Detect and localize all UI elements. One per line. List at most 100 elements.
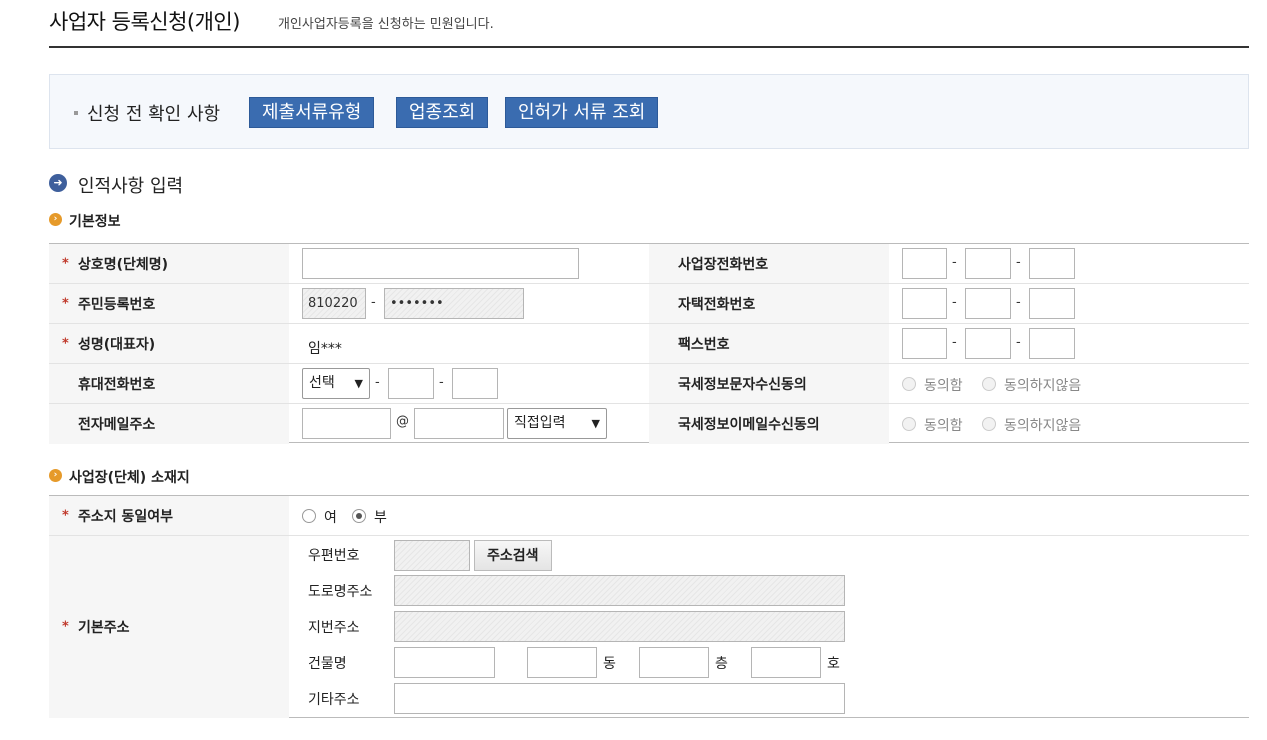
- dash: -: [952, 295, 957, 310]
- row-header: 휴대전화번호: [49, 364, 289, 403]
- email-consent-yes-radio[interactable]: [902, 417, 916, 431]
- table-row: * 상호명(단체명) 사업장전화번호 - -: [49, 244, 1249, 284]
- row-header: * 성명(대표자): [49, 324, 289, 363]
- email-domain-select[interactable]: 직접입력 ▼: [507, 408, 607, 439]
- home-phone-3-input[interactable]: [1029, 288, 1075, 319]
- email-domain-input[interactable]: [414, 408, 504, 439]
- precheck-label: 신청 전 확인 사항: [87, 104, 221, 125]
- row-header: 전자메일주소: [49, 404, 289, 444]
- fax-3-input[interactable]: [1029, 328, 1075, 359]
- building-dong-input[interactable]: [527, 647, 597, 678]
- building-ho-input[interactable]: [751, 647, 821, 678]
- road-address-input: [394, 575, 845, 606]
- select-value: 선택: [309, 375, 335, 391]
- building-name-input[interactable]: [394, 647, 495, 678]
- square-bullet-icon: [74, 111, 78, 115]
- field-label: 성명(대표자): [78, 336, 156, 353]
- mobile-2-input[interactable]: [388, 368, 434, 399]
- field-label: 상호명(단체명): [78, 256, 169, 273]
- row-header: 국세정보이메일수신동의: [649, 404, 889, 444]
- row-header: * 상호명(단체명): [49, 244, 289, 283]
- road-address-label: 도로명주소: [308, 584, 373, 600]
- dash: -: [952, 255, 957, 270]
- business-phone-3-input[interactable]: [1029, 248, 1075, 279]
- radio-label: 여: [324, 510, 337, 526]
- required-mark: *: [62, 336, 69, 351]
- table-row: 휴대전화번호 선택 ▼ - - 국세정보문자수신동의 동의함 동의하지않음: [49, 364, 1249, 404]
- fax-2-input[interactable]: [965, 328, 1011, 359]
- radio-label: 동의함: [924, 378, 963, 394]
- field-label: 전자메일주소: [78, 417, 156, 433]
- page-title: 사업자 등록신청(개인): [49, 10, 240, 34]
- postal-code-label: 우편번호: [308, 548, 360, 564]
- sms-consent-no-radio[interactable]: [982, 377, 996, 391]
- chevron-circle-icon: ›: [49, 469, 62, 482]
- required-mark: *: [62, 508, 69, 523]
- row-header: * 주민등록번호: [49, 284, 289, 323]
- required-mark: *: [62, 619, 69, 635]
- field-label: 기본주소: [78, 620, 130, 636]
- business-phone-2-input[interactable]: [965, 248, 1011, 279]
- row-cell: - -: [889, 284, 1249, 323]
- row-cell: [289, 244, 649, 283]
- radio-label: 동의하지않음: [1004, 378, 1082, 394]
- row-cell: 우편번호 주소검색 도로명주소 지번주소 건물명 동 층 호 기타주소: [289, 536, 1249, 718]
- dash: -: [1016, 295, 1021, 310]
- field-label: 팩스번호: [678, 336, 730, 353]
- mobile-3-input[interactable]: [452, 368, 498, 399]
- field-label: 주민등록번호: [78, 296, 156, 313]
- row-cell: - -: [889, 324, 1249, 363]
- table-row: * 기본주소 우편번호 주소검색 도로명주소 지번주소 건물명 동 층 호 기타…: [49, 536, 1249, 718]
- radio-label: 부: [374, 510, 387, 526]
- row-cell: 동의함 동의하지않음: [889, 364, 1249, 403]
- other-address-input[interactable]: [394, 683, 845, 714]
- dash: -: [1016, 255, 1021, 270]
- arrow-circle-icon: ➜: [49, 174, 67, 192]
- business-type-search-button[interactable]: 업종조회: [396, 97, 489, 128]
- resident-number-front-input: 810220: [302, 288, 366, 319]
- field-label: 국세정보문자수신동의: [678, 376, 807, 393]
- postal-code-input: [394, 540, 470, 571]
- home-phone-1-input[interactable]: [902, 288, 947, 319]
- table-row: 전자메일주소 @ 직접입력 ▼ 국세정보이메일수신동의 동의함 동의하지않음: [49, 404, 1249, 444]
- section-title: 인적사항 입력: [78, 176, 184, 197]
- precheck-box: 신청 전 확인 사항 제출서류유형 업종조회 인허가 서류 조회: [49, 74, 1249, 149]
- dash: -: [439, 375, 444, 390]
- same-address-no-radio[interactable]: [352, 509, 366, 523]
- table-row: * 성명(대표자) 임*** 팩스번호 - -: [49, 324, 1249, 364]
- address-search-button[interactable]: 주소검색: [474, 540, 552, 571]
- building-floor-input[interactable]: [639, 647, 709, 678]
- dash: -: [1016, 335, 1021, 350]
- document-type-button[interactable]: 제출서류유형: [249, 97, 375, 128]
- row-cell: @ 직접입력 ▼: [289, 404, 649, 444]
- table-row: * 주소지 동일여부 여 부: [49, 496, 1249, 536]
- dash: -: [375, 375, 380, 390]
- select-value: 직접입력: [514, 415, 566, 431]
- subsection-title: 기본정보: [69, 214, 121, 230]
- dong-label: 동: [603, 656, 616, 672]
- row-header: 국세정보문자수신동의: [649, 364, 889, 403]
- email-id-input[interactable]: [302, 408, 391, 439]
- sms-consent-yes-radio[interactable]: [902, 377, 916, 391]
- row-cell: - -: [889, 244, 1249, 283]
- license-document-search-button[interactable]: 인허가 서류 조회: [505, 97, 659, 128]
- home-phone-2-input[interactable]: [965, 288, 1011, 319]
- radio-label: 동의하지않음: [1004, 418, 1082, 434]
- fax-1-input[interactable]: [902, 328, 947, 359]
- required-mark: *: [62, 296, 69, 311]
- chevron-circle-icon: ›: [49, 213, 62, 226]
- dash: -: [371, 295, 376, 310]
- required-mark: *: [62, 256, 69, 271]
- row-cell: 선택 ▼ - -: [289, 364, 649, 403]
- field-label: 자택전화번호: [678, 296, 756, 313]
- field-label: 사업장전화번호: [678, 256, 769, 273]
- at-sign: @: [396, 414, 409, 429]
- business-name-input[interactable]: [302, 248, 579, 279]
- business-phone-1-input[interactable]: [902, 248, 947, 279]
- lot-address-input: [394, 611, 845, 642]
- mobile-prefix-select[interactable]: 선택 ▼: [302, 368, 370, 399]
- same-address-yes-radio[interactable]: [302, 509, 316, 523]
- email-consent-no-radio[interactable]: [982, 417, 996, 431]
- chevron-down-icon: ▼: [354, 377, 363, 390]
- ho-label: 호: [827, 656, 840, 672]
